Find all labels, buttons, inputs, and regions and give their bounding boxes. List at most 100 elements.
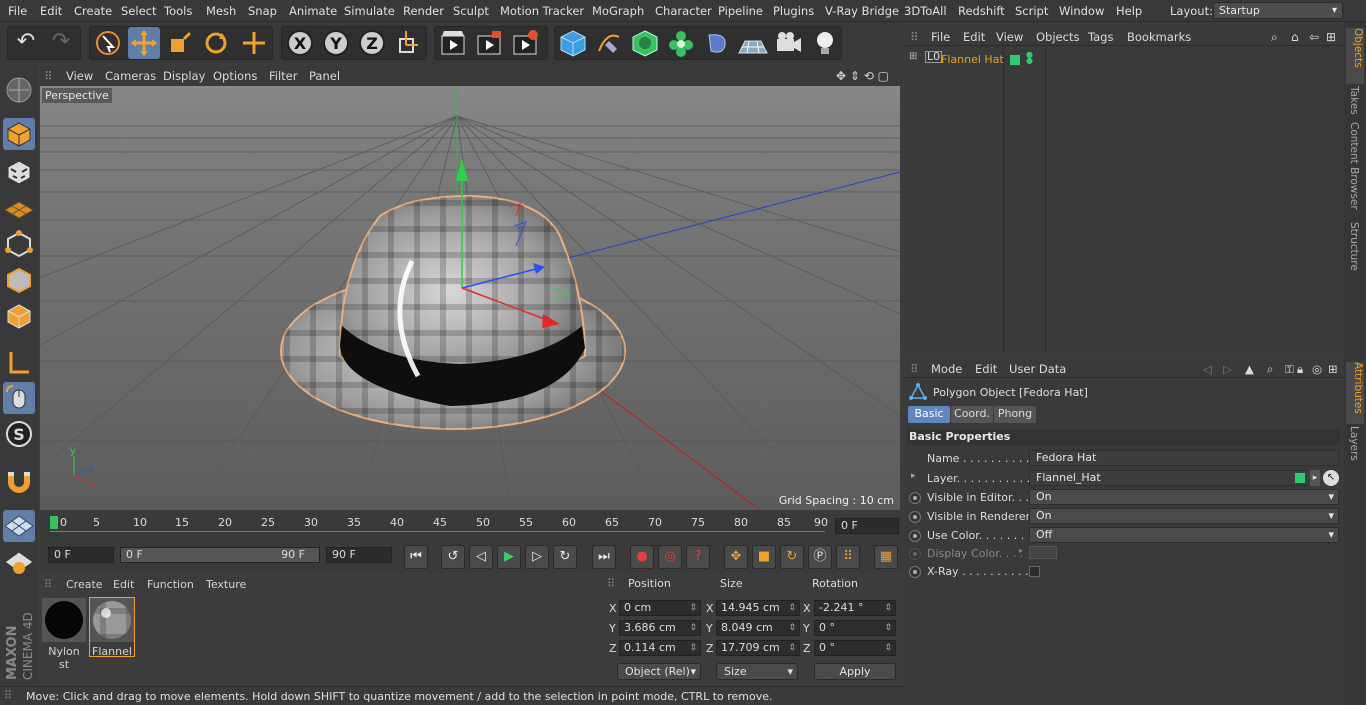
- light-icon[interactable]: [809, 27, 841, 59]
- keyframe-selection-icon[interactable]: ?: [686, 545, 710, 569]
- side-tab-content-browser[interactable]: Content Browser: [1348, 122, 1360, 210]
- tab-basic[interactable]: Basic: [908, 406, 950, 423]
- x-axis-lock-icon[interactable]: X: [284, 27, 316, 59]
- attributes-key-icon[interactable]: ⚿: [1285, 362, 1294, 377]
- attributes-menu-user-data[interactable]: User Data: [1009, 362, 1066, 376]
- texture-mode-icon[interactable]: [3, 156, 35, 188]
- objects-home-icon[interactable]: ⌂: [1291, 30, 1299, 44]
- next-key-icon[interactable]: ↻: [553, 545, 577, 569]
- go-to-end-icon[interactable]: ⏭: [592, 545, 616, 569]
- attributes-target-icon[interactable]: ◎: [1312, 362, 1322, 376]
- attributes-lock-icon[interactable]: 🔒︎: [1297, 362, 1303, 377]
- start-frame-field[interactable]: 0 F: [48, 547, 114, 563]
- material-menu-function[interactable]: Function: [147, 578, 194, 591]
- material-swatch[interactable]: Flannel: [89, 597, 135, 658]
- render-view-icon[interactable]: [437, 27, 469, 59]
- workplane-lock-icon[interactable]: [3, 510, 35, 542]
- name-field[interactable]: Fedora Hat: [1029, 450, 1339, 466]
- model-mode-icon[interactable]: [3, 118, 35, 150]
- attributes-new-panel-icon[interactable]: ⊞: [1328, 362, 1338, 376]
- previous-key-icon[interactable]: ↺: [441, 545, 465, 569]
- menu-animate[interactable]: Animate: [289, 4, 337, 18]
- apply-button[interactable]: Apply: [814, 663, 896, 680]
- menu-motion-tracker[interactable]: Motion Tracker: [500, 4, 584, 18]
- menu-window[interactable]: Window: [1059, 4, 1104, 18]
- viewport-nav-icons[interactable]: ✥ ⇕ ⟲ ▢: [836, 69, 889, 83]
- position-z-field[interactable]: 0.114 cm: [619, 640, 701, 656]
- material-menu-create[interactable]: Create: [66, 578, 103, 591]
- next-frame-icon[interactable]: ▷: [525, 545, 549, 569]
- menu-render[interactable]: Render: [403, 4, 444, 18]
- objects-menu-file[interactable]: File: [931, 30, 950, 44]
- z-axis-lock-icon[interactable]: Z: [356, 27, 388, 59]
- objects-menu-objects[interactable]: Objects: [1036, 30, 1079, 44]
- menu-snap[interactable]: Snap: [248, 4, 277, 18]
- objects-menu-view[interactable]: View: [996, 30, 1023, 44]
- redo-icon[interactable]: ↷: [45, 27, 77, 59]
- perspective-viewport[interactable]: y z x Perspective Grid Spacing : 10 cm: [40, 86, 900, 510]
- planar-workplane-icon[interactable]: [3, 546, 35, 578]
- attributes-menu-edit[interactable]: Edit: [975, 362, 997, 376]
- objects-menu-edit[interactable]: Edit: [963, 30, 985, 44]
- snapping-icon[interactable]: S: [3, 418, 35, 450]
- menu-script[interactable]: Script: [1015, 4, 1048, 18]
- objects-back-icon[interactable]: ⇦: [1309, 30, 1319, 44]
- workplane-mode-icon[interactable]: [3, 192, 35, 224]
- pen-spline-icon[interactable]: [593, 27, 625, 59]
- size-mode-dropdown[interactable]: Size ▾: [716, 663, 798, 680]
- y-axis-lock-icon[interactable]: Y: [320, 27, 352, 59]
- layer-color-swatch[interactable]: [1010, 55, 1020, 65]
- object-row[interactable]: ⊞ L0 Flannel Hat ● ●: [905, 50, 1344, 68]
- attributes-pointer-icon[interactable]: ▲: [1245, 362, 1254, 376]
- viewport-menu-filter[interactable]: Filter: [269, 69, 297, 83]
- polygons-mode-icon[interactable]: [3, 300, 35, 332]
- xray-anim-icon[interactable]: [909, 566, 921, 578]
- current-frame-field[interactable]: 0 F: [835, 518, 899, 534]
- attributes-search-icon[interactable]: ⌕: [1267, 362, 1273, 377]
- viewport-menu-view[interactable]: View: [66, 69, 93, 83]
- move-tool-icon[interactable]: [128, 27, 160, 59]
- viewport-menu-display[interactable]: Display: [163, 69, 205, 83]
- objects-new-panel-icon[interactable]: ⊞: [1326, 30, 1336, 44]
- menu-file[interactable]: File: [8, 4, 27, 18]
- visible-renderer-anim-icon[interactable]: [909, 511, 921, 523]
- transform-tool-icon[interactable]: [238, 27, 270, 59]
- play-icon[interactable]: ▶: [497, 545, 521, 569]
- size-y-field[interactable]: 8.049 cm: [716, 620, 800, 636]
- object-name[interactable]: Flannel Hat: [941, 53, 1004, 66]
- material-menu-edit[interactable]: Edit: [113, 578, 134, 591]
- menu-mesh[interactable]: Mesh: [206, 4, 236, 18]
- objects-menu-bookmarks[interactable]: Bookmarks: [1127, 30, 1191, 44]
- key-rotation-icon[interactable]: ↻: [780, 545, 804, 569]
- tab-phong[interactable]: Phong: [994, 406, 1036, 423]
- menu-edit[interactable]: Edit: [40, 4, 62, 18]
- position-x-field[interactable]: 0 cm: [619, 600, 701, 616]
- cloner-icon[interactable]: [665, 27, 697, 59]
- layer-menu-arrow-icon[interactable]: ▸: [1310, 470, 1320, 486]
- tab-coord[interactable]: Coord.: [951, 406, 993, 423]
- menu-redshift[interactable]: Redshift: [958, 4, 1005, 18]
- menu-3dtoall[interactable]: 3DToAll: [904, 4, 947, 18]
- playhead-marker[interactable]: [50, 516, 58, 529]
- go-to-start-icon[interactable]: ⏮: [404, 545, 428, 569]
- key-position-icon[interactable]: ✥: [724, 545, 748, 569]
- frame-range-slider[interactable]: 0 F 90 F: [120, 547, 320, 563]
- timeline-ruler[interactable]: 0 5 10 15 20 25 30 35 40 45 50 55 60 65 …: [40, 512, 902, 542]
- size-z-field[interactable]: 17.709 cm: [716, 640, 800, 656]
- viewport-menu-cameras[interactable]: Cameras: [105, 69, 156, 83]
- use-color-dropdown[interactable]: Off: [1029, 527, 1339, 543]
- live-selection-icon[interactable]: [92, 27, 124, 59]
- visible-in-renderer-dropdown[interactable]: On: [1029, 508, 1339, 524]
- side-tab-attributes[interactable]: Attributes: [1346, 362, 1364, 424]
- layer-expand-icon[interactable]: ▸: [911, 471, 916, 481]
- viewport-menu-panel[interactable]: Panel: [309, 69, 340, 83]
- points-mode-icon[interactable]: [3, 228, 35, 260]
- rotate-tool-icon[interactable]: [200, 27, 232, 59]
- layer-field[interactable]: Flannel_Hat: [1029, 470, 1311, 486]
- world-coordinates-icon[interactable]: [392, 27, 424, 59]
- make-editable-icon[interactable]: [3, 74, 35, 106]
- menu-create[interactable]: Create: [74, 4, 112, 18]
- viewport-menu-options[interactable]: Options: [213, 69, 257, 83]
- menu-pipeline[interactable]: Pipeline: [718, 4, 763, 18]
- rotation-b-field[interactable]: 0 °: [814, 640, 896, 656]
